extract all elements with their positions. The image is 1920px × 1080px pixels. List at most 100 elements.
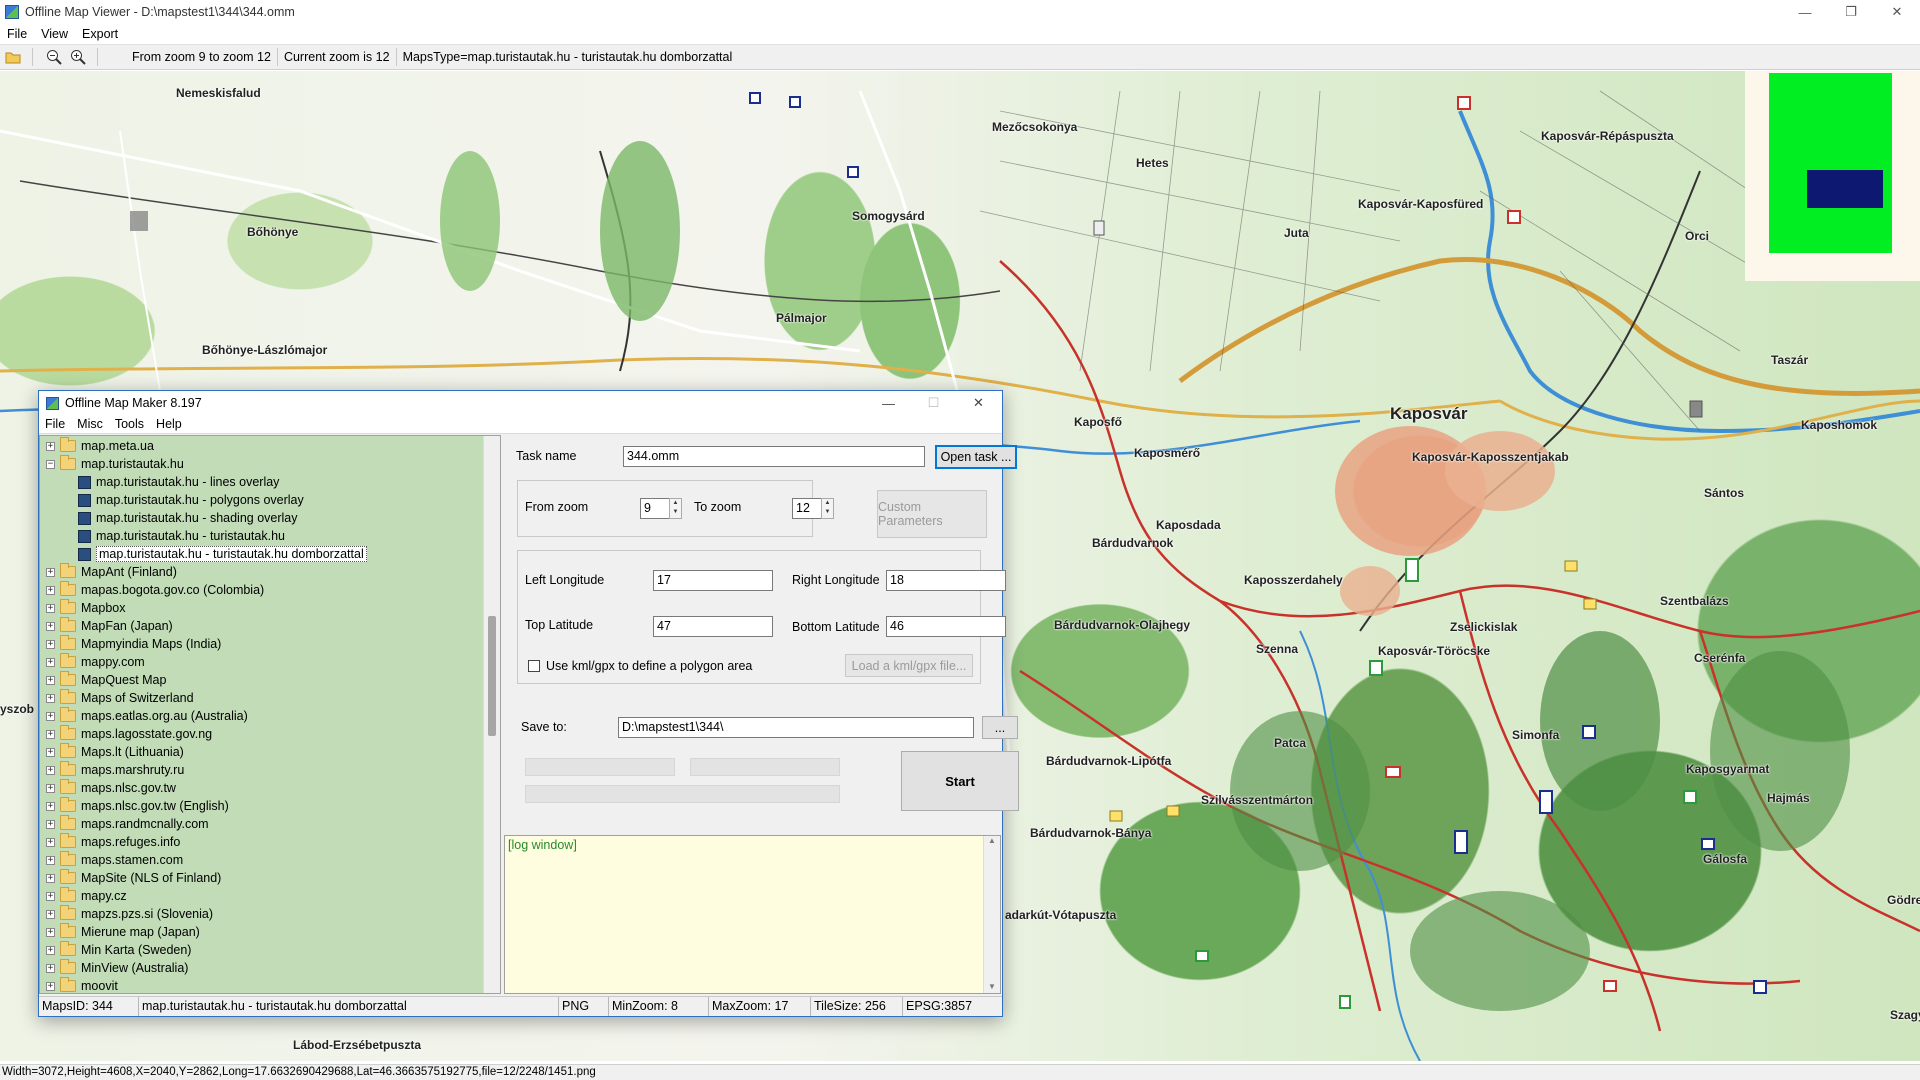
expand-icon[interactable]: +	[46, 765, 55, 775]
expand-icon[interactable]: +	[46, 855, 55, 865]
tree-folder-item[interactable]: + maps.stamen.com	[46, 851, 183, 869]
expand-icon[interactable]: +	[46, 675, 55, 685]
expand-icon[interactable]: +	[46, 909, 55, 919]
expand-icon[interactable]: +	[46, 837, 55, 847]
expand-icon[interactable]: +	[46, 621, 55, 631]
tree-folder-item[interactable]: + Maps.lt (Lithuania)	[46, 743, 184, 761]
tree-folder-item[interactable]: + maps.marshruty.ru	[46, 761, 184, 779]
map-source-tree[interactable]: + map.meta.ua − map.turistautak.hu map.turis…	[39, 435, 501, 994]
tree-folder-item[interactable]: + maps.nlsc.gov.tw	[46, 779, 176, 797]
tree-folder-item[interactable]: + map.meta.ua	[46, 437, 154, 455]
to-zoom-spinner[interactable]: ▲ ▼	[821, 498, 834, 519]
kml-polygon-checkbox[interactable]	[528, 660, 540, 672]
top-latitude-input[interactable]: 47	[653, 616, 773, 637]
tree-folder-item[interactable]: + MapQuest Map	[46, 671, 166, 689]
tree-map-item[interactable]: map.turistautak.hu - shading overlay	[78, 509, 298, 527]
tree-folder-item[interactable]: + maps.refuges.info	[46, 833, 180, 851]
open-task-button[interactable]: Open task ...	[935, 445, 1017, 469]
overview-viewport[interactable]	[1807, 170, 1883, 208]
expand-icon[interactable]: +	[46, 819, 55, 829]
expand-icon[interactable]: +	[46, 657, 55, 667]
tree-folder-item[interactable]: + Mapmyindia Maps (India)	[46, 635, 221, 653]
expand-icon[interactable]: +	[46, 927, 55, 937]
expand-icon[interactable]: +	[46, 693, 55, 703]
from-zoom-input[interactable]: 9	[640, 498, 670, 519]
dialog-menu-help[interactable]: Help	[150, 417, 188, 431]
tree-folder-item[interactable]: + Mapbox	[46, 599, 125, 617]
tree-folder-item[interactable]: + MinView (Australia)	[46, 959, 188, 977]
dialog-minimize-button[interactable]: —	[866, 391, 911, 415]
close-button[interactable]: ✕	[1874, 0, 1920, 24]
menu-export[interactable]: Export	[75, 27, 125, 41]
expand-icon[interactable]: +	[46, 729, 55, 739]
open-folder-icon[interactable]	[2, 46, 24, 68]
menu-file[interactable]: File	[0, 27, 34, 41]
expand-icon[interactable]: +	[46, 981, 55, 991]
folder-icon	[60, 815, 76, 830]
overview-minimap[interactable]	[1769, 73, 1892, 253]
expand-icon[interactable]: +	[46, 585, 55, 595]
from-zoom-spinner[interactable]: ▲ ▼	[669, 498, 682, 519]
to-zoom-input[interactable]: 12	[792, 498, 822, 519]
dialog-menu-misc[interactable]: Misc	[71, 417, 109, 431]
place-label: Gödre	[1887, 893, 1920, 907]
save-to-input[interactable]: D:\mapstest1\344\	[618, 717, 974, 738]
expand-icon[interactable]: +	[46, 639, 55, 649]
tree-map-item[interactable]: map.turistautak.hu - turistautak.hu	[78, 527, 285, 545]
dialog-menu-file[interactable]: File	[39, 417, 71, 431]
tree-folder-item[interactable]: + MapSite (NLS of Finland)	[46, 869, 221, 887]
expand-icon[interactable]: +	[46, 945, 55, 955]
expand-icon[interactable]: +	[46, 747, 55, 757]
dialog-close-button[interactable]: ✕	[956, 391, 1001, 415]
tree-folder-item[interactable]: + mapzs.pzs.si (Slovenia)	[46, 905, 213, 923]
tree-folder-item[interactable]: + Mierune map (Japan)	[46, 923, 200, 941]
expand-icon[interactable]: +	[46, 441, 55, 451]
zoom-in-icon[interactable]	[67, 46, 89, 68]
log-scrollbar[interactable]: ▲ ▼	[983, 836, 1000, 993]
tree-folder-item[interactable]: + maps.randmcnally.com	[46, 815, 209, 833]
tree-map-item[interactable]: map.turistautak.hu - lines overlay	[78, 473, 279, 491]
tree-map-item[interactable]: map.turistautak.hu - polygons overlay	[78, 491, 304, 509]
expand-icon[interactable]: +	[46, 783, 55, 793]
tree-folder-item[interactable]: + moovit	[46, 977, 118, 993]
place-label: Kaposvár-Kaposszentjakab	[1412, 450, 1569, 464]
log-window[interactable]: [log window] ▲ ▼	[504, 835, 1001, 994]
minimize-button[interactable]: —	[1782, 0, 1828, 24]
expand-icon[interactable]: +	[46, 873, 55, 883]
bottom-latitude-input[interactable]: 46	[886, 616, 1006, 637]
tree-item-label: map.turistautak.hu - turistautak.hu	[96, 529, 285, 543]
tree-folder-item[interactable]: − map.turistautak.hu	[46, 455, 184, 473]
expand-icon[interactable]: +	[46, 711, 55, 721]
tree-folder-item[interactable]: + Min Karta (Sweden)	[46, 941, 191, 959]
restore-button[interactable]: ❐	[1828, 0, 1874, 24]
expand-icon[interactable]: +	[46, 567, 55, 577]
task-name-input[interactable]: 344.omm	[623, 446, 925, 467]
right-longitude-input[interactable]: 18	[886, 570, 1006, 591]
custom-parameters-button[interactable]: Custom Parameters	[877, 490, 987, 538]
expand-icon[interactable]: +	[46, 603, 55, 613]
tree-folder-item[interactable]: + maps.eatlas.org.au (Australia)	[46, 707, 248, 725]
dialog-menu-tools[interactable]: Tools	[109, 417, 150, 431]
expand-icon[interactable]: +	[46, 801, 55, 811]
menu-view[interactable]: View	[34, 27, 75, 41]
tree-folder-item[interactable]: + MapFan (Japan)	[46, 617, 173, 635]
tree-folder-item[interactable]: + maps.lagosstate.gov.ng	[46, 725, 212, 743]
browse-folder-button[interactable]: ...	[982, 716, 1018, 739]
zoom-out-icon[interactable]	[43, 46, 65, 68]
tree-map-item[interactable]: map.turistautak.hu - turistautak.hu domb…	[78, 545, 367, 563]
collapse-icon[interactable]: −	[46, 459, 55, 469]
tree-folder-item[interactable]: + maps.nlsc.gov.tw (English)	[46, 797, 229, 815]
tree-folder-item[interactable]: + mappy.com	[46, 653, 145, 671]
tree-scroll-thumb[interactable]	[488, 616, 496, 736]
expand-icon[interactable]: +	[46, 963, 55, 973]
tree-folder-item[interactable]: + Maps of Switzerland	[46, 689, 194, 707]
tree-folder-item[interactable]: + mapy.cz	[46, 887, 127, 905]
start-button[interactable]: Start	[901, 751, 1019, 811]
load-kml-button[interactable]: Load a kml/gpx file...	[845, 654, 973, 677]
folder-icon	[60, 437, 76, 452]
left-longitude-input[interactable]: 17	[653, 570, 773, 591]
tree-folder-item[interactable]: + mapas.bogota.gov.co (Colombia)	[46, 581, 264, 599]
expand-icon[interactable]: +	[46, 891, 55, 901]
tree-scrollbar[interactable]	[483, 436, 500, 993]
tree-folder-item[interactable]: + MapAnt (Finland)	[46, 563, 177, 581]
